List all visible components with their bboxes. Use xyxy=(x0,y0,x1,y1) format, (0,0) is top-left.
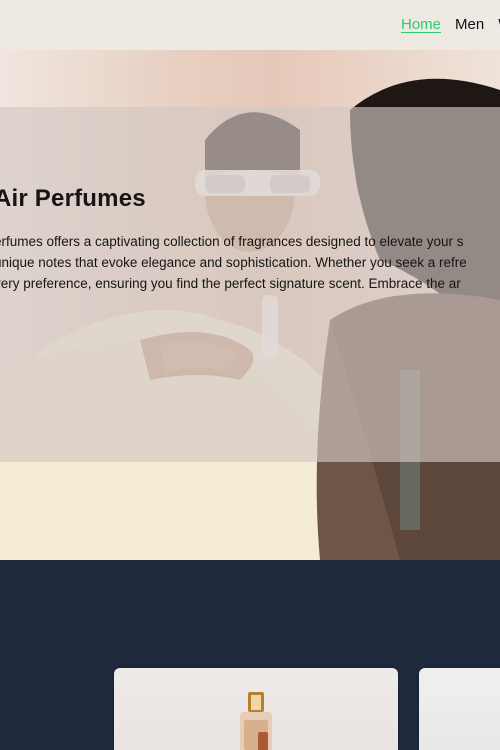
hero-description-line-2: unique notes that evoke elegance and sop… xyxy=(0,255,467,270)
perfume-bottle-image xyxy=(240,692,272,750)
hero-title: Air Perfumes xyxy=(0,185,146,212)
hero-description-line-3: very preference, ensuring you find the p… xyxy=(0,276,461,291)
product-card[interactable] xyxy=(114,668,398,750)
hero-banner: Air Perfumes erfumes offers a captivatin… xyxy=(0,50,500,560)
page: Home Men W Air Perfumes xyxy=(0,0,500,750)
hero-description: erfumes offers a captivating collection … xyxy=(0,231,500,294)
nav-men-link[interactable]: Men xyxy=(455,16,484,33)
product-card[interactable] xyxy=(419,668,500,750)
hero-content: Air Perfumes erfumes offers a captivatin… xyxy=(0,185,500,294)
nav-links: Home Men W xyxy=(401,16,500,33)
hero-description-line-1: erfumes offers a captivating collection … xyxy=(0,234,464,249)
nav-home-link[interactable]: Home xyxy=(401,16,441,33)
top-nav: Home Men W xyxy=(0,0,500,50)
products-section xyxy=(0,560,500,750)
